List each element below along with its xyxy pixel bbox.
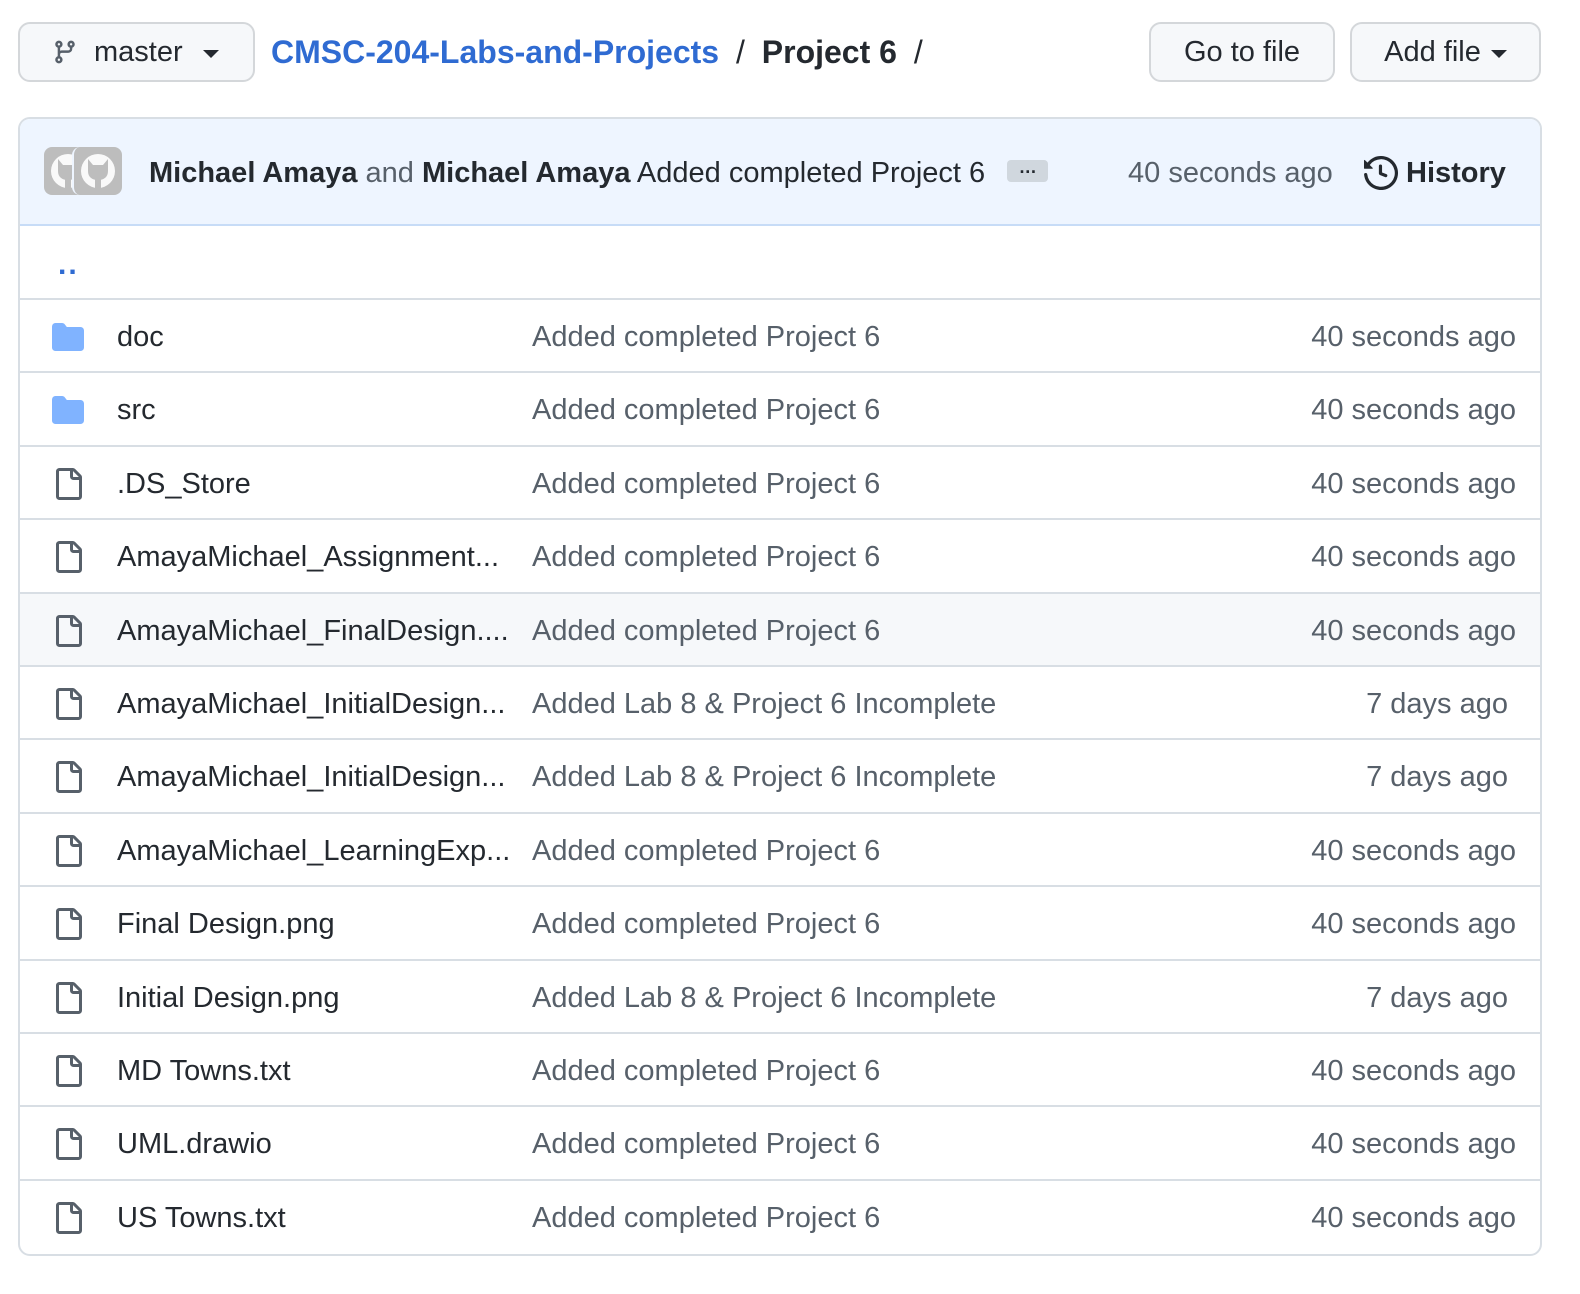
- file-commit-time: 40 seconds ago: [1311, 321, 1516, 353]
- history-label: History: [1406, 157, 1506, 189]
- commit-coauthor-link[interactable]: Michael Amaya: [422, 157, 630, 189]
- file-commit-time: 40 seconds ago: [1311, 834, 1516, 867]
- file-commit-message-link[interactable]: Added completed Project 6: [532, 464, 880, 504]
- file-row[interactable]: AmayaMichael_InitialDesign... Added Lab 8…: [20, 667, 1540, 741]
- file-name-link[interactable]: UML.drawio: [117, 1124, 272, 1164]
- file-commit-message-link[interactable]: Added completed Project 6: [532, 611, 880, 651]
- go-to-file-label: Go to file: [1183, 35, 1301, 68]
- file-name-link[interactable]: .DS_Store: [117, 464, 251, 504]
- file-commit-message-link[interactable]: Added completed Project 6: [532, 537, 880, 577]
- file-row[interactable]: doc Added completed Project 6 40 seconds a…: [20, 300, 1540, 374]
- file-icon: [52, 687, 84, 720]
- file-commit-message-link[interactable]: Added Lab 8 & Project 6 Incomplete: [532, 684, 996, 724]
- file-icon: [52, 1201, 84, 1234]
- commit-and-text: and: [365, 157, 414, 189]
- file-commit-time: 40 seconds ago: [1311, 908, 1516, 941]
- file-row[interactable]: US Towns.txt Added completed Project 6 40 …: [20, 1181, 1540, 1254]
- file-commit-time: 7 days ago: [1366, 761, 1508, 794]
- commit-summary: Michael Amaya and Michael Amaya Added co…: [149, 153, 1049, 193]
- file-commit-time: 7 days ago: [1366, 687, 1508, 720]
- file-commit-message-link[interactable]: Added completed Project 6: [532, 1198, 880, 1238]
- file-icon: [52, 541, 84, 574]
- file-row[interactable]: MD Towns.txt Added completed Project 6 40 …: [20, 1034, 1540, 1108]
- file-name-link[interactable]: MD Towns.txt: [117, 1051, 291, 1091]
- chevron-down-icon: [1490, 50, 1507, 58]
- file-commit-time: 40 seconds ago: [1311, 614, 1516, 647]
- file-icon: [52, 981, 84, 1014]
- folder-icon: [52, 394, 84, 426]
- file-commit-message-link[interactable]: Added completed Project 6: [532, 831, 880, 871]
- avatar[interactable]: [72, 147, 122, 195]
- file-row[interactable]: AmayaMichael_Assignment... Added complete…: [20, 520, 1540, 594]
- file-commit-time: 40 seconds ago: [1311, 394, 1516, 427]
- file-commit-message-link[interactable]: Added completed Project 6: [532, 1124, 880, 1164]
- file-commit-message-link[interactable]: Added completed Project 6: [532, 390, 880, 430]
- file-name-link[interactable]: AmayaMichael_InitialDesign...: [117, 684, 505, 724]
- file-commit-message-link[interactable]: Added completed Project 6: [532, 904, 880, 944]
- add-file-button[interactable]: Add file: [1350, 22, 1541, 82]
- commit-message-link[interactable]: Added completed Project 6: [637, 157, 985, 189]
- file-name-link[interactable]: Final Design.png: [117, 904, 335, 944]
- file-icon: [52, 1128, 84, 1161]
- commit-avatars: [44, 147, 122, 195]
- file-name-link[interactable]: AmayaMichael_FinalDesign....: [117, 611, 509, 651]
- file-name-link[interactable]: src: [117, 390, 156, 430]
- go-to-file-button[interactable]: Go to file: [1149, 22, 1335, 82]
- breadcrumb: CMSC-204-Labs-and-Projects / Project 6 /: [271, 32, 931, 72]
- github-octocat-icon: [81, 154, 115, 191]
- file-commit-time: 7 days ago: [1366, 981, 1508, 1014]
- file-row[interactable]: UML.drawio Added completed Project 6 40 se…: [20, 1107, 1540, 1181]
- file-commit-time: 40 seconds ago: [1311, 467, 1516, 500]
- file-icon: [52, 834, 84, 867]
- file-row[interactable]: .DS_Store Added completed Project 6 40 sec…: [20, 447, 1540, 521]
- parent-directory-row[interactable]: ..: [20, 226, 1540, 300]
- history-icon: [1364, 156, 1398, 190]
- file-name-link[interactable]: doc: [117, 317, 164, 357]
- latest-commit-bar: Michael Amaya and Michael Amaya Added co…: [20, 119, 1540, 226]
- file-icon: [52, 1054, 84, 1087]
- file-commit-time: 40 seconds ago: [1311, 541, 1516, 574]
- file-navigation-bar: master CMSC-204-Labs-and-Projects / Proj…: [18, 22, 1561, 86]
- file-commit-message-link[interactable]: Added completed Project 6: [532, 1051, 880, 1091]
- file-row[interactable]: AmayaMichael_FinalDesign.... Added comple…: [20, 593, 1540, 667]
- breadcrumb-repo-link[interactable]: CMSC-204-Labs-and-Projects: [271, 34, 719, 70]
- file-name-link[interactable]: AmayaMichael_InitialDesign...: [117, 757, 505, 797]
- expand-commit-message-button[interactable]: …: [1007, 158, 1049, 183]
- file-row[interactable]: Final Design.png Added completed Project …: [20, 887, 1540, 961]
- file-name-link[interactable]: AmayaMichael_LearningExp...: [117, 831, 510, 871]
- file-row[interactable]: AmayaMichael_LearningExp... Added complet…: [20, 814, 1540, 888]
- git-branch-icon: [55, 40, 75, 64]
- file-row[interactable]: Initial Design.png Added Lab 8 & Project …: [20, 961, 1540, 1034]
- file-commit-time: 40 seconds ago: [1311, 1054, 1516, 1087]
- add-file-label: Add file: [1384, 35, 1481, 68]
- file-name-link[interactable]: AmayaMichael_Assignment...: [117, 537, 499, 577]
- file-commit-message-link[interactable]: Added Lab 8 & Project 6 Incomplete: [532, 978, 996, 1018]
- commit-time[interactable]: 40 seconds ago: [1128, 153, 1333, 193]
- file-browser: Michael Amaya and Michael Amaya Added co…: [18, 117, 1542, 1256]
- file-icon: [52, 761, 84, 794]
- file-commit-message-link[interactable]: Added completed Project 6: [532, 317, 880, 357]
- file-list: doc Added completed Project 6 40 seconds a…: [20, 300, 1540, 1254]
- history-link[interactable]: History: [1364, 153, 1506, 193]
- parent-directory-link[interactable]: ..: [58, 248, 79, 282]
- file-icon: [52, 908, 84, 941]
- file-commit-time: 40 seconds ago: [1311, 1128, 1516, 1161]
- branch-select-button[interactable]: master: [18, 22, 255, 82]
- chevron-down-icon: [202, 50, 219, 58]
- file-name-link[interactable]: US Towns.txt: [117, 1198, 286, 1238]
- commit-author-link[interactable]: Michael Amaya: [149, 157, 357, 189]
- file-row[interactable]: AmayaMichael_InitialDesign... Added Lab 8…: [20, 740, 1540, 814]
- file-commit-message-link[interactable]: Added Lab 8 & Project 6 Incomplete: [532, 757, 996, 797]
- branch-name: master: [94, 35, 183, 68]
- file-icon: [52, 467, 84, 500]
- breadcrumb-separator: /: [913, 34, 923, 70]
- file-name-link[interactable]: Initial Design.png: [117, 978, 339, 1018]
- breadcrumb-separator: /: [735, 34, 745, 70]
- file-commit-time: 40 seconds ago: [1311, 1201, 1516, 1234]
- folder-icon: [52, 321, 84, 353]
- breadcrumb-current-folder: Project 6: [761, 34, 897, 70]
- file-row[interactable]: src Added completed Project 6 40 seconds a…: [20, 373, 1540, 447]
- file-icon: [52, 614, 84, 647]
